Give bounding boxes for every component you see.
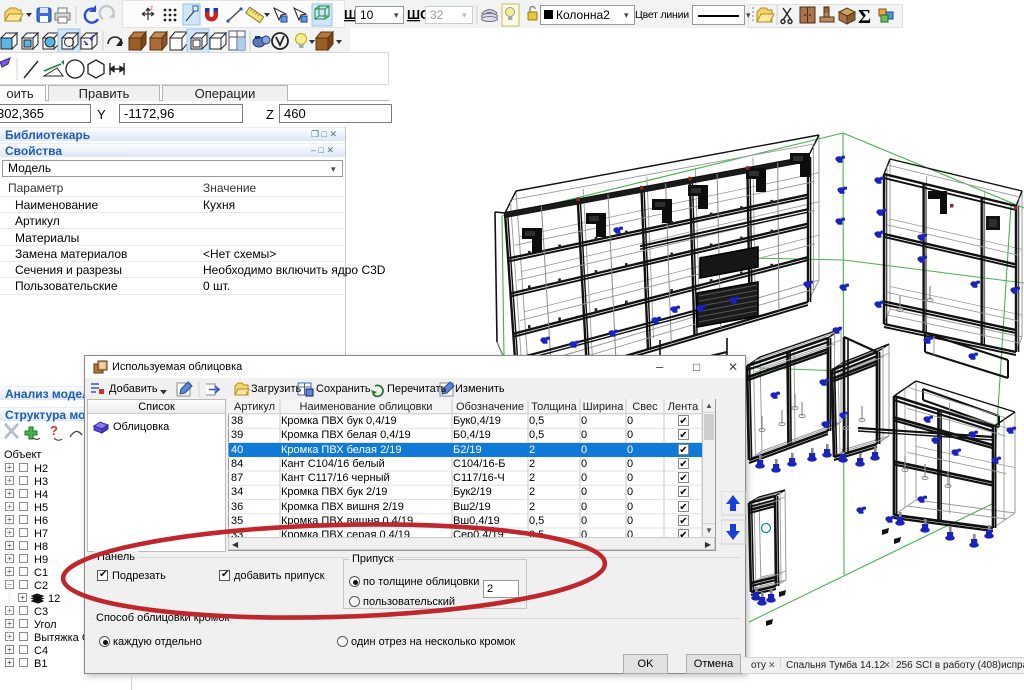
svg-text:z: z xyxy=(150,6,153,12)
svg-text:Σ: Σ xyxy=(858,6,871,28)
svg-text:?: ? xyxy=(50,423,58,438)
